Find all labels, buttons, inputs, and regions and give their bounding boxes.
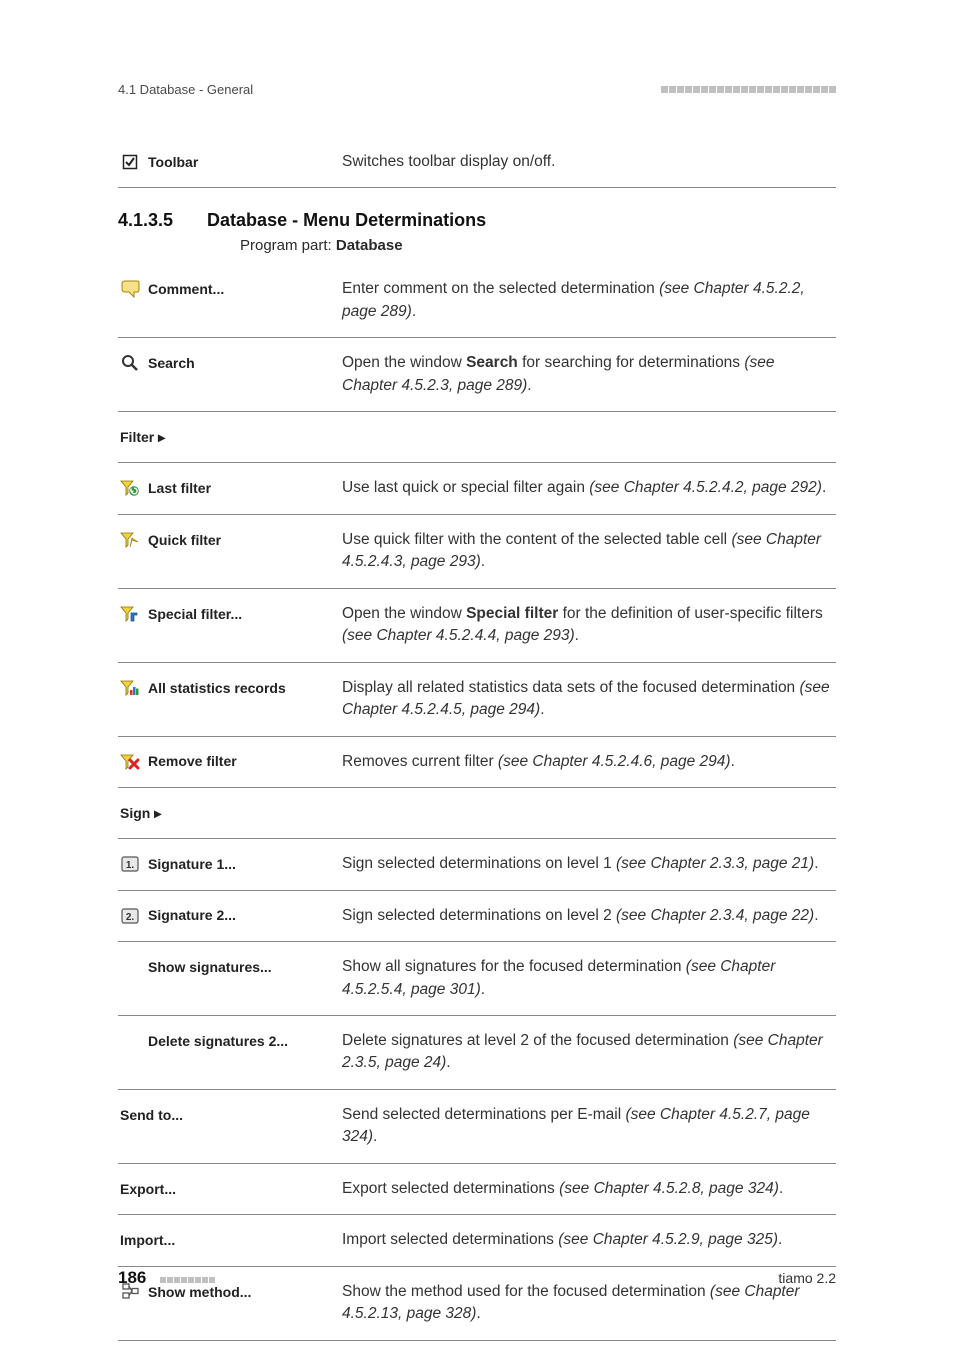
desc-cell: Use last quick or special filter again (…: [342, 463, 836, 514]
desc-cell: [342, 788, 836, 839]
comment-icon: [120, 279, 140, 299]
table-row: Show signatures... Show all signatures f…: [118, 942, 836, 1016]
quick-filter-icon: [120, 530, 140, 550]
table-row: Toolbar Switches toolbar display on/off.: [118, 137, 836, 188]
blank-icon: [120, 957, 140, 977]
label-text: Search: [148, 353, 195, 373]
label-text: Show signatures...: [148, 959, 272, 976]
label-text: Signature 1...: [148, 854, 236, 874]
desc-cell: Import selected determinations (see Chap…: [342, 1215, 836, 1266]
label-text: Export...: [120, 1179, 176, 1199]
table-row: Sign ▸: [118, 788, 836, 839]
section-number: 4.1.3.5: [118, 210, 173, 231]
desc-cell: Display all related statistics data sets…: [342, 662, 836, 736]
table-row: Last filter Use last quick or special fi…: [118, 463, 836, 514]
label-text: Comment...: [148, 279, 224, 299]
label-text: Send to...: [120, 1105, 183, 1125]
table-row: Quick filter Use quick filter with the c…: [118, 514, 836, 588]
table-row: All statistics records Display all relat…: [118, 662, 836, 736]
signature-1-icon: 1.: [120, 854, 140, 874]
desc-cell: Open the window Search for searching for…: [342, 338, 836, 412]
running-header: 4.1 Database - General: [118, 82, 836, 97]
desc-cell: [342, 412, 836, 463]
special-filter-icon: [120, 604, 140, 624]
pre-table: Toolbar Switches toolbar display on/off.: [118, 137, 836, 188]
label-text: Quick filter: [148, 530, 221, 550]
table-row: Import... Import selected determinations…: [118, 1215, 836, 1266]
desc-cell: Sign selected determinations on level 2 …: [342, 890, 836, 941]
desc-cell: Delete signatures at level 2 of the focu…: [342, 1015, 836, 1089]
desc-cell: Show all signatures for the focused dete…: [342, 942, 836, 1016]
label-text: Signature 2...: [148, 905, 236, 925]
label-text: Last filter: [148, 478, 211, 498]
footer-left: 186: [118, 1268, 215, 1288]
label-text: Filter ▸: [120, 427, 165, 447]
desc-cell: Open the window Special filter for the d…: [342, 588, 836, 662]
desc-cell: Switches toolbar display on/off.: [342, 137, 836, 188]
blank-icon: [120, 1031, 140, 1051]
label-text: Import...: [120, 1230, 175, 1250]
svg-text:2.: 2.: [126, 912, 135, 923]
footer-dash-bar-icon: [160, 1277, 215, 1283]
svg-text:1.: 1.: [126, 860, 135, 871]
section-heading: 4.1.3.5 Database - Menu Determinations: [118, 210, 836, 231]
table-row: Send to... Send selected determinations …: [118, 1089, 836, 1163]
footer-right: tiamo 2.2: [778, 1270, 836, 1286]
header-left: 4.1 Database - General: [118, 82, 253, 97]
search-icon: [120, 353, 140, 373]
table-row: Delete signatures 2... Delete signatures…: [118, 1015, 836, 1089]
header-dash-bar-icon: [661, 86, 836, 93]
desc-cell: Export selected determinations (see Chap…: [342, 1163, 836, 1214]
table-row: Comment... Enter comment on the selected…: [118, 264, 836, 337]
label-text: Sign ▸: [120, 803, 161, 823]
table-row: Search Open the window Search for search…: [118, 338, 836, 412]
signature-2-icon: 2.: [120, 906, 140, 926]
stats-icon: [120, 678, 140, 698]
table-row: Remove filter Removes current filter (se…: [118, 736, 836, 787]
desc-cell: Use quick filter with the content of the…: [342, 514, 836, 588]
checkbox-icon: [120, 152, 140, 172]
table-row: 2. Signature 2... Sign selected determin…: [118, 890, 836, 941]
table-row: Filter ▸: [118, 412, 836, 463]
desc-cell: Enter comment on the selected determinat…: [342, 264, 836, 337]
page-number: 186: [118, 1268, 146, 1287]
page: 4.1 Database - General Toolbar Sw: [0, 0, 954, 1350]
desc-cell: Removes current filter (see Chapter 4.5.…: [342, 736, 836, 787]
definitions-table: Comment... Enter comment on the selected…: [118, 264, 836, 1340]
desc-cell: Send selected determinations per E-mail …: [342, 1089, 836, 1163]
table-row: Special filter... Open the window Specia…: [118, 588, 836, 662]
table-row: Export... Export selected determinations…: [118, 1163, 836, 1214]
label-text: Remove filter: [148, 751, 237, 771]
label-cell: Toolbar: [118, 137, 342, 188]
page-footer: 186 tiamo 2.2: [118, 1268, 836, 1288]
desc-cell: Sign selected determinations on level 1 …: [342, 839, 836, 890]
label-text: Delete signatures 2...: [148, 1033, 288, 1050]
label-text: Special filter...: [148, 604, 242, 624]
section-subtitle: Program part: Database: [240, 237, 836, 254]
last-filter-icon: [120, 478, 140, 498]
remove-filter-icon: [120, 752, 140, 772]
label-text: All statistics records: [148, 680, 286, 696]
table-row: 1. Signature 1... Sign selected determin…: [118, 839, 836, 890]
section-title: Database - Menu Determinations: [207, 210, 486, 231]
label-text: Toolbar: [148, 152, 198, 172]
